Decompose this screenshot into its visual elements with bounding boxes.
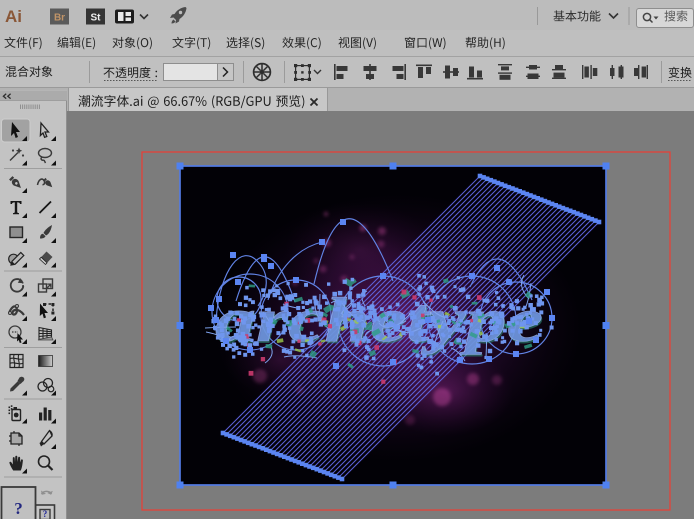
svg-text:Br: Br <box>54 13 65 24</box>
svg-text:Ai: Ai <box>5 7 22 26</box>
svg-text:?: ? <box>14 499 23 518</box>
svg-text:St: St <box>91 13 102 24</box>
svg-text:?: ? <box>43 509 48 519</box>
